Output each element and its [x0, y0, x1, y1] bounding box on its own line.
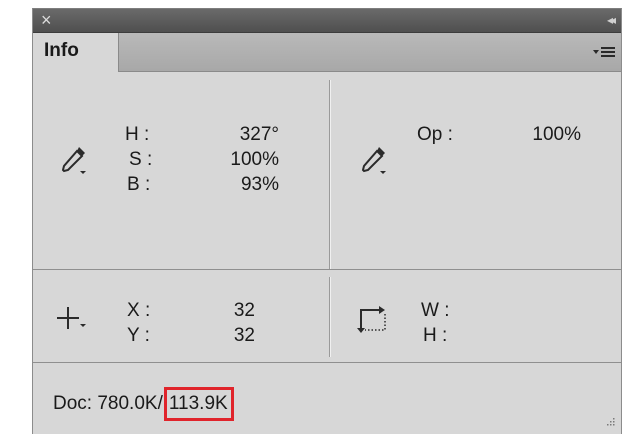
selection-size-icon[interactable] [357, 302, 391, 341]
y-value: 32 [233, 325, 255, 346]
section-divider [329, 80, 331, 269]
section-divider [329, 277, 331, 357]
brightness-value: 93% [240, 174, 279, 195]
width-label: W : [421, 300, 450, 321]
panel-menu-icon[interactable] [593, 45, 615, 61]
x-label: X : [127, 300, 151, 321]
doc-separator: / [157, 393, 163, 414]
eyedropper-icon[interactable] [59, 144, 89, 179]
eyedropper-icon[interactable] [359, 144, 389, 179]
collapse-icon[interactable]: ◂◂ [607, 12, 616, 28]
hue-label: H : [125, 124, 150, 145]
crosshair-icon[interactable] [55, 304, 89, 339]
close-icon[interactable]: × [41, 10, 52, 30]
opacity-value: 100% [532, 124, 581, 145]
panel-title-bar[interactable]: × ◂◂ [33, 9, 621, 33]
height-label: H : [423, 325, 448, 346]
brightness-label: B : [127, 174, 151, 195]
doc-size-value: 780.0K [97, 393, 158, 414]
color-readout-section: H : 327° S : 100% B : 93% Op : 100% [33, 72, 621, 269]
tab-info[interactable]: Info [33, 33, 119, 72]
saturation-value: 100% [230, 149, 279, 170]
saturation-label: S : [129, 149, 153, 170]
info-panel: × ◂◂ Info H : 327° S : 100% B: 93% Op:… [32, 8, 622, 434]
position-readout-section: X : 32 Y : 32 W : H : [33, 269, 621, 363]
highlighted-doc-size: 113.9K [163, 387, 234, 421]
doc-scratch-value: 113.9K [168, 393, 228, 414]
opacity-label: Op : [417, 124, 453, 145]
resize-grip-icon[interactable] [603, 415, 615, 427]
hue-value: 327° [239, 124, 279, 145]
tab-strip: Info [33, 33, 621, 72]
doc-prefix: Doc: [53, 393, 98, 414]
tab-info-label: Info [44, 40, 79, 61]
y-label: Y : [127, 325, 150, 346]
doc-status-section: Doc: 780.0K/113.9K [33, 363, 621, 435]
x-value: 32 [233, 300, 255, 321]
doc-size-readout: Doc: 780.0K/113.9K [53, 387, 234, 421]
